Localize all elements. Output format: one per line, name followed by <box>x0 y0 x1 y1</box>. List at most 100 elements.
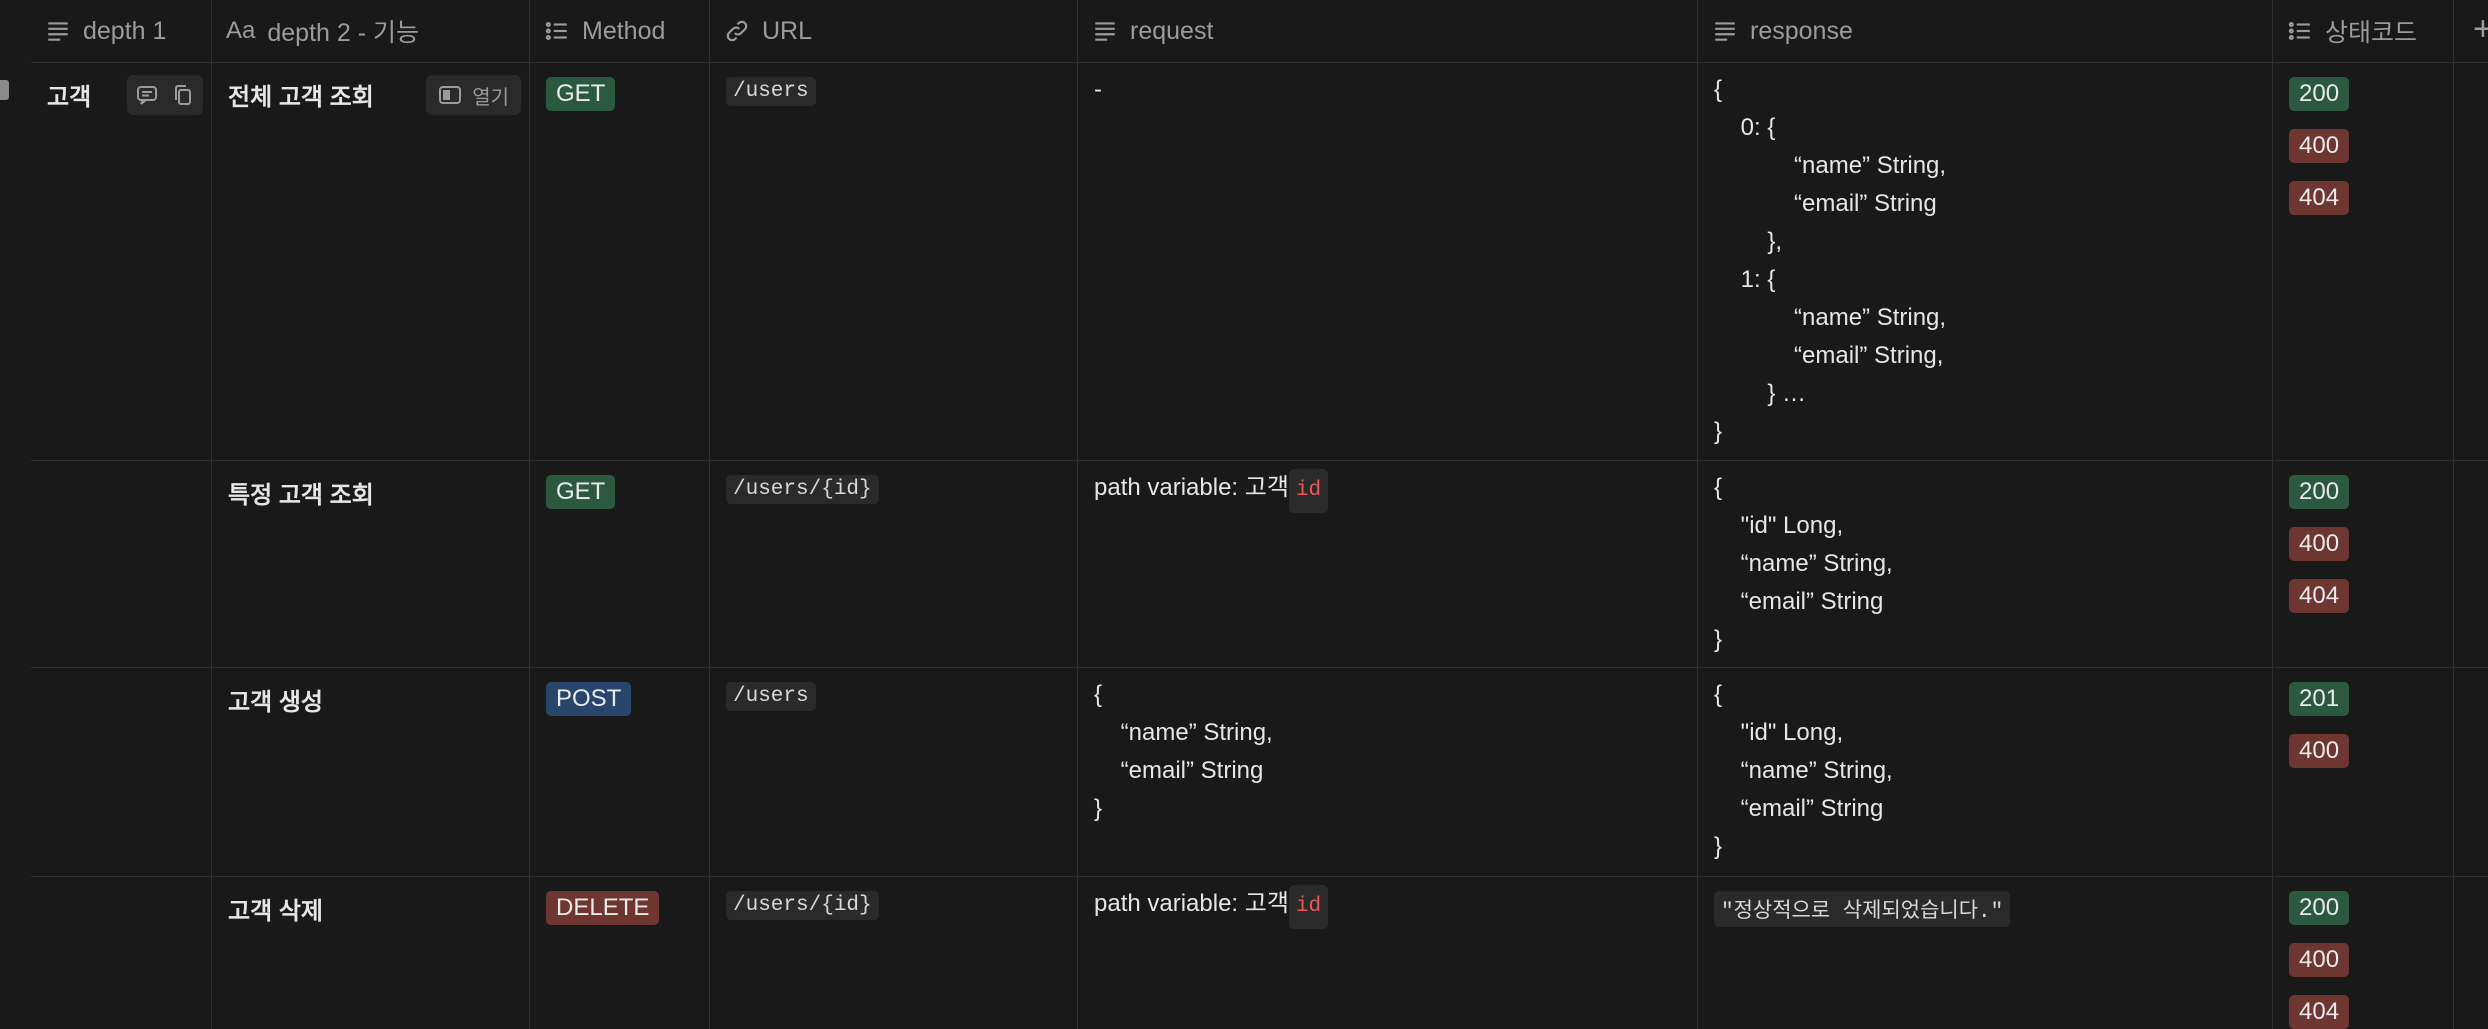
column-label: depth 1 <box>83 16 167 45</box>
method-cell[interactable]: POST <box>530 668 710 876</box>
table-row[interactable]: 고객 삭제 DELETE /users/{id} path variable: … <box>31 877 2488 1029</box>
link-icon <box>726 20 748 42</box>
status-tag: 404 <box>2289 579 2350 613</box>
method-cell[interactable]: GET <box>530 63 710 460</box>
response-line: "id" Long, <box>1714 719 1844 746</box>
response-line: { <box>1714 474 1723 501</box>
feature-cell[interactable]: 전체 고객 조회 열기 <box>212 63 530 460</box>
status-tag: 400 <box>2289 734 2350 768</box>
response-line: }, <box>1714 228 1783 255</box>
column-header-feature[interactable]: Aa depth 2 - 기능 <box>212 0 530 62</box>
status-code-cell[interactable]: 200 400 404 <box>2273 877 2454 1029</box>
response-line: “email” String <box>1714 190 1937 217</box>
depth1-cell[interactable] <box>31 461 212 667</box>
column-label: 상태코드 <box>2325 19 2418 47</box>
method-tag: POST <box>546 682 632 716</box>
response-line: “email” String, <box>1714 342 1944 369</box>
response-line: } <box>1714 626 1723 653</box>
multi-select-icon <box>2288 22 2310 40</box>
column-header-method[interactable]: Method <box>530 0 710 62</box>
url-code: /users <box>726 682 816 711</box>
request-line: { <box>1094 681 1103 708</box>
response-line: “name” String, <box>1714 304 1947 331</box>
column-header-depth1[interactable]: depth 1 <box>31 0 212 62</box>
response-cell[interactable]: { "id" Long, “name” String, “email” Stri… <box>1698 668 2273 876</box>
text-lines-icon <box>1095 22 1115 41</box>
request-cell[interactable]: { “name” String, “email” String } <box>1078 668 1698 876</box>
status-code-cell[interactable]: 201 400 <box>2273 668 2454 876</box>
status-tag: 404 <box>2289 995 2350 1029</box>
response-line: “name” String, <box>1714 550 1893 577</box>
request-prefix: path variable: 고객 <box>1094 890 1289 917</box>
response-body: { "id" Long, “name” String, “email” Stri… <box>1714 676 2272 866</box>
feature-title: 고객 삭제 <box>228 898 323 925</box>
depth1-cell[interactable]: 고객 <box>31 63 212 460</box>
url-code: /users/{id} <box>726 475 879 504</box>
method-tag: GET <box>546 475 616 509</box>
status-code-cell[interactable]: 200 400 404 <box>2273 461 2454 667</box>
feature-cell[interactable]: 고객 생성 <box>212 668 530 876</box>
response-line: “email” String <box>1714 795 1884 822</box>
response-line: } <box>1714 833 1723 860</box>
url-cell[interactable]: /users <box>710 63 1078 460</box>
empty-cell <box>2454 668 2488 876</box>
url-cell[interactable]: /users/{id} <box>710 877 1078 1029</box>
status-code-cell[interactable]: 200 400 404 <box>2273 63 2454 460</box>
method-cell[interactable]: GET <box>530 461 710 667</box>
open-label: 열기 <box>472 86 509 109</box>
response-cell[interactable]: { 0: { “name” String, “email” String }, … <box>1698 63 2273 460</box>
column-header-url[interactable]: URL <box>710 0 1078 62</box>
response-cell[interactable]: { "id" Long, “name” String, “email” Stri… <box>1698 461 2273 667</box>
copy-icon[interactable] <box>171 83 195 107</box>
request-body: { “name” String, “email” String } <box>1094 676 1697 828</box>
depth1-value: 고객 <box>47 84 92 111</box>
depth1-cell[interactable] <box>31 668 212 876</box>
side-peek-icon <box>439 86 462 104</box>
request-cell[interactable]: path variable: 고객 id <box>1078 877 1698 1029</box>
feature-cell[interactable]: 고객 삭제 <box>212 877 530 1029</box>
empty-cell <box>2454 63 2488 460</box>
url-code: /users <box>726 77 816 106</box>
status-tag: 200 <box>2289 77 2350 111</box>
column-header-response[interactable]: response <box>1698 0 2273 62</box>
url-cell[interactable]: /users/{id} <box>710 461 1078 667</box>
request-text: path variable: 고객 id <box>1094 469 1697 513</box>
response-body: { "id" Long, “name” String, “email” Stri… <box>1714 469 2272 659</box>
response-body: { 0: { “name” String, “email” String }, … <box>1714 71 2272 451</box>
url-code: /users/{id} <box>726 891 879 920</box>
table-row[interactable]: 특정 고객 조회 GET /users/{id} path variable: … <box>31 461 2488 668</box>
feature-title: 특정 고객 조회 <box>228 482 374 509</box>
open-page-button[interactable]: 열기 <box>426 75 521 115</box>
add-column-button[interactable]: + <box>2473 10 2488 49</box>
status-tag: 400 <box>2289 943 2350 977</box>
comment-icon[interactable] <box>135 83 159 107</box>
status-tag: 200 <box>2289 475 2350 509</box>
row-action-group <box>127 75 203 115</box>
request-cell[interactable]: - <box>1078 63 1698 460</box>
column-label: request <box>1130 16 1214 45</box>
request-cell[interactable]: path variable: 고객 id <box>1078 461 1698 667</box>
response-cell[interactable]: "정상적으로 삭제되었습니다." <box>1698 877 2273 1029</box>
table-row[interactable]: 고객 생성 POST /users { “name” String, “emai… <box>31 668 2488 877</box>
feature-title: 전체 고객 조회 <box>228 84 374 111</box>
method-tag: GET <box>546 77 616 111</box>
title-aa-icon: Aa <box>226 17 256 44</box>
method-tag: DELETE <box>546 891 660 925</box>
column-label: URL <box>762 16 813 45</box>
status-tag: 201 <box>2289 682 2350 716</box>
feature-cell[interactable]: 특정 고객 조회 <box>212 461 530 667</box>
response-line: “name” String, <box>1714 757 1893 784</box>
url-cell[interactable]: /users <box>710 668 1078 876</box>
method-cell[interactable]: DELETE <box>530 877 710 1029</box>
row-drag-handle[interactable] <box>0 80 9 100</box>
request-text: - <box>1094 76 1102 103</box>
empty-cell <box>2454 461 2488 667</box>
status-tag: 400 <box>2289 129 2350 163</box>
table-row[interactable]: 고객 전체 고객 조회 열기 GET /users - { 0: {“name… <box>31 63 2488 461</box>
inline-code: id <box>1288 885 1329 929</box>
column-label: depth 2 - 기능 <box>267 19 419 47</box>
text-lines-icon <box>48 22 68 41</box>
column-header-status-code[interactable]: 상태코드 <box>2273 0 2454 62</box>
column-header-request[interactable]: request <box>1078 0 1698 62</box>
depth1-cell[interactable] <box>31 877 212 1029</box>
